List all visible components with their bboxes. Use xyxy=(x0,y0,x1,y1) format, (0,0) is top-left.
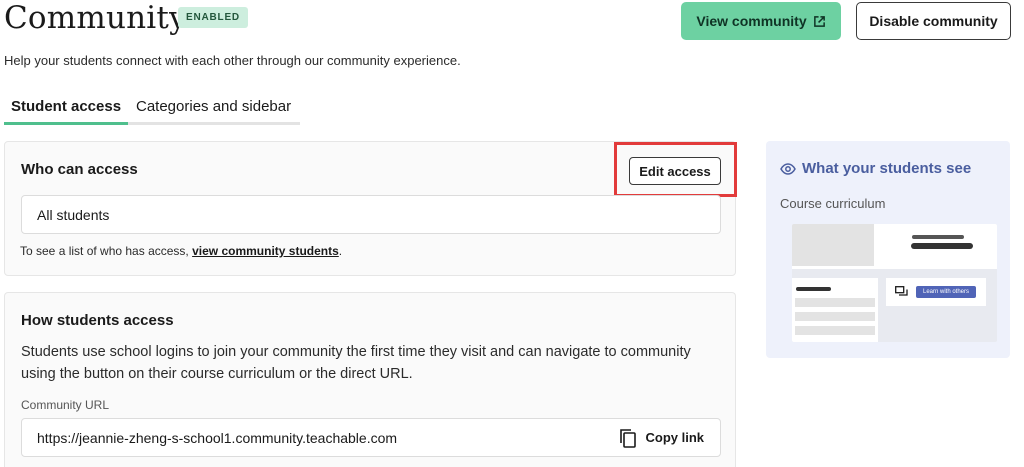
copy-link-label: Copy link xyxy=(645,430,704,445)
disable-community-label: Disable community xyxy=(869,13,998,29)
active-tab-indicator xyxy=(4,122,128,125)
preview-heading: What your students see xyxy=(780,160,971,177)
mockup-lesson-list xyxy=(792,278,878,342)
tab-categories-and-sidebar[interactable]: Categories and sidebar xyxy=(136,97,291,121)
help-prefix: To see a list of who has access, xyxy=(20,244,193,258)
mockup-text-line xyxy=(796,287,831,291)
page-subtitle: Help your students connect with each oth… xyxy=(4,53,461,68)
mockup-lesson-row xyxy=(795,312,875,321)
copy-icon xyxy=(620,428,637,448)
disable-community-button[interactable]: Disable community xyxy=(856,2,1011,40)
view-community-students-link[interactable]: view community students xyxy=(192,244,339,258)
page-title: Community xyxy=(4,0,187,36)
how-students-access-card: How students access Students use school … xyxy=(4,292,736,467)
who-can-access-card: Who can access Edit access All students … xyxy=(4,141,737,276)
mockup-lesson-row xyxy=(795,298,875,307)
view-community-button[interactable]: View community xyxy=(681,2,841,40)
preview-subheading: Course curriculum xyxy=(780,196,886,211)
student-preview-panel: What your students see Course curriculum… xyxy=(766,141,1010,358)
external-link-icon xyxy=(813,15,825,27)
who-can-access-heading: Who can access xyxy=(21,161,138,178)
mockup-lesson-row xyxy=(795,326,875,335)
mockup-header xyxy=(792,224,997,269)
access-help-text: To see a list of who has access, view co… xyxy=(20,244,342,258)
community-url-value[interactable]: https://jeannie-zheng-s-school1.communit… xyxy=(37,430,397,446)
mockup-text-line xyxy=(912,235,964,239)
eye-icon xyxy=(780,162,796,175)
view-community-label: View community xyxy=(696,13,807,29)
community-url-label: Community URL xyxy=(21,398,110,412)
preview-heading-label: What your students see xyxy=(802,160,972,177)
mockup-community-card: Learn with others xyxy=(886,278,986,306)
curriculum-mockup: Learn with others xyxy=(792,224,997,342)
community-url-field: https://jeannie-zheng-s-school1.communit… xyxy=(21,418,721,457)
how-students-access-description: Students use school logins to join your … xyxy=(21,344,691,382)
mockup-image-placeholder xyxy=(792,224,874,266)
edit-access-button[interactable]: Edit access xyxy=(629,157,721,185)
copy-link-button[interactable]: Copy link xyxy=(619,428,704,448)
mockup-text-line xyxy=(911,243,973,249)
access-value-field: All students xyxy=(21,195,721,234)
help-suffix: . xyxy=(338,244,343,258)
tab-student-access[interactable]: Student access xyxy=(11,97,121,121)
how-students-access-heading: How students access xyxy=(21,312,174,329)
chat-icon xyxy=(895,286,908,296)
status-badge: ENABLED xyxy=(178,7,248,28)
mockup-learn-with-others-button: Learn with others xyxy=(916,286,976,298)
access-value: All students xyxy=(37,206,110,223)
tab-bar: Student access Categories and sidebar xyxy=(4,97,300,127)
